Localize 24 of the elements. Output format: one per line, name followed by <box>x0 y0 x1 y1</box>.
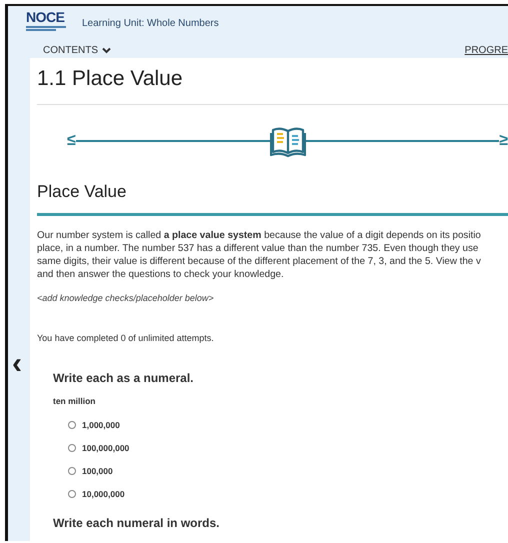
contents-dropdown[interactable]: CONTENTS <box>43 42 111 58</box>
option-label[interactable]: 100,000 <box>82 464 113 478</box>
next-button[interactable]: ≥ <box>499 133 508 149</box>
radio-button[interactable] <box>68 421 76 430</box>
chevron-down-icon <box>102 46 111 54</box>
option-label[interactable]: 1,000,000 <box>82 418 120 432</box>
progress-link[interactable]: PROGRE <box>464 42 508 58</box>
previous-chevron[interactable]: ‹ <box>8 352 26 376</box>
placeholder-note: <add knowledge checks/placeholder below> <box>37 292 215 305</box>
radio-button[interactable] <box>68 444 76 452</box>
previous-button[interactable]: ≤ <box>67 133 76 149</box>
intro-paragraph: Our number system is called a place value system because the value of a digit depends on its positio place, in a number. The number 537 has a different value than the number 735. Even though they use same digits, their value is different because of the different placement of the 7, 3, and the 5. View the v and then answer the questions to check your knowledge. <box>37 229 482 281</box>
option-label[interactable]: 100,000,000 <box>82 442 130 455</box>
question-title: Write each as a numeral. <box>53 370 195 387</box>
page-title: 1.1 Place Value <box>37 66 184 92</box>
radio-button[interactable] <box>68 467 76 476</box>
logo: NOCE <box>26 10 68 36</box>
question-title: Write each numeral in words. <box>53 514 220 532</box>
radio-button[interactable] <box>68 490 76 498</box>
option-label[interactable]: 10,000,000 <box>82 488 125 501</box>
question-prompt: ten million <box>53 395 96 408</box>
attempts-text: You have completed 0 of unlimited attempts. <box>37 332 215 345</box>
section-title: Place Value <box>37 181 128 203</box>
unit-title: Learning Unit: Whole Numbers <box>82 17 219 31</box>
